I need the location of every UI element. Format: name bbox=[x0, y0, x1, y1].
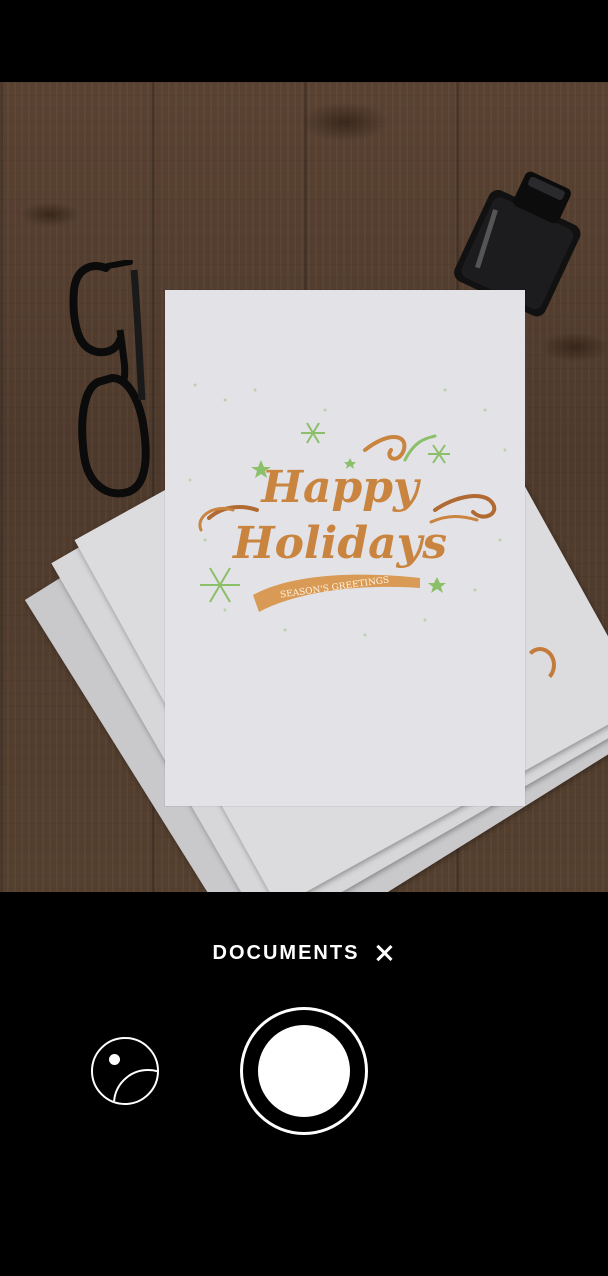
wood-knot bbox=[300, 102, 390, 142]
shutter-button-inner bbox=[258, 1025, 350, 1117]
wood-knot bbox=[20, 202, 80, 227]
camera-controls: DOCUMENTS bbox=[0, 892, 608, 1276]
card-title-line2: Holidays bbox=[231, 518, 447, 569]
gallery-button[interactable] bbox=[91, 1037, 159, 1105]
camera-viewfinder[interactable]: Happy Holidays SEASON'S GREETINGS bbox=[0, 82, 608, 892]
mode-selector: DOCUMENTS bbox=[0, 938, 608, 968]
status-bar-area bbox=[0, 0, 608, 82]
envelope-swirl bbox=[524, 647, 556, 683]
close-icon[interactable] bbox=[373, 942, 395, 964]
mode-label[interactable]: DOCUMENTS bbox=[213, 942, 360, 965]
gallery-icon-hill bbox=[113, 1069, 157, 1103]
wood-knot bbox=[540, 332, 608, 362]
ribbon-banner bbox=[253, 574, 420, 612]
eyeglasses-image bbox=[69, 260, 150, 498]
shutter-button[interactable] bbox=[240, 1007, 368, 1135]
gallery-icon bbox=[109, 1054, 120, 1065]
card-artwork: Happy Holidays SEASON'S GREETINGS bbox=[188, 383, 507, 637]
greeting-card-document: Happy Holidays SEASON'S GREETINGS bbox=[165, 290, 525, 806]
card-title-line1: Happy bbox=[259, 462, 422, 513]
